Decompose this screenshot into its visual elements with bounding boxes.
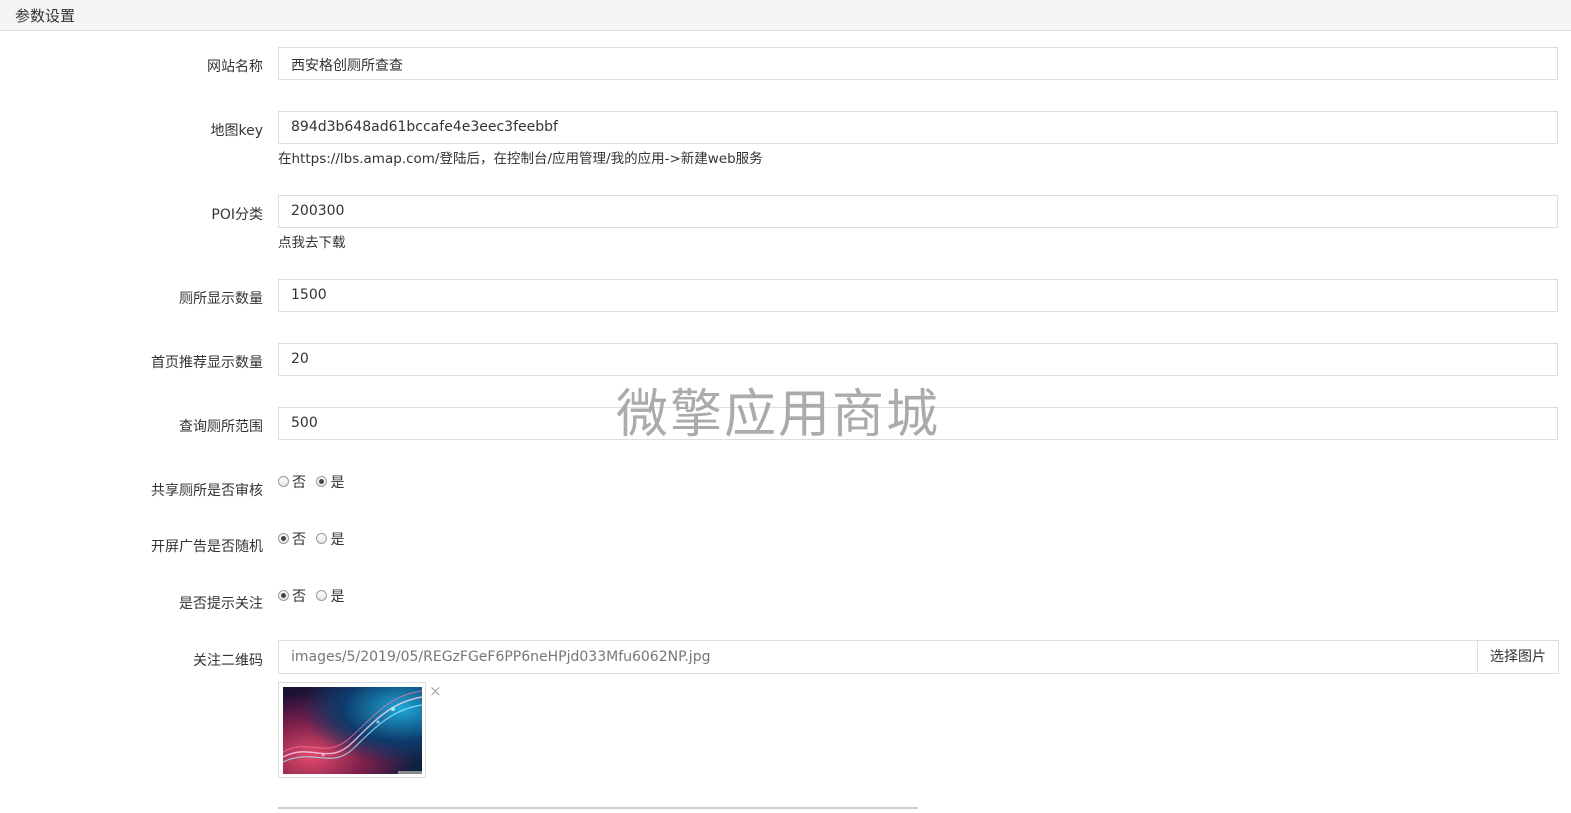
- range-label: 查询厕所范围: [179, 419, 263, 435]
- map-key-help: 在https://lbs.amap.com/登陆后，在控制台/应用管理/我的应用…: [278, 151, 763, 167]
- remove-image-icon[interactable]: ×: [429, 684, 442, 699]
- watermark-text: 微擎应用商城: [616, 385, 941, 445]
- follow-tip-yes-radio[interactable]: [316, 589, 328, 601]
- qrcode-label: 关注二维码: [193, 653, 263, 669]
- follow-tip-radio-group: 否 是: [278, 586, 350, 605]
- qrcode-path-input[interactable]: images/5/2019/05/REGzFGeF6PP6neHPjd033Mf…: [278, 640, 1478, 674]
- share-audit-no-label: 否: [292, 475, 306, 491]
- ad-random-no-radio[interactable]: [278, 532, 289, 544]
- share-audit-radio-group: 否 是: [278, 472, 350, 491]
- panel-title: 参数设置: [15, 7, 76, 25]
- range-value: 500: [291, 415, 318, 431]
- ad-random-radio-group: 否 是: [278, 529, 350, 548]
- bottom-divider: [278, 807, 918, 809]
- poi-download-link[interactable]: 点我去下载: [278, 231, 346, 251]
- choose-image-button[interactable]: 选择图片: [1477, 640, 1559, 674]
- follow-tip-no-radio[interactable]: [278, 589, 289, 601]
- panel-header: 参数设置: [0, 0, 1571, 31]
- ad-random-yes-label: 是: [330, 532, 345, 548]
- toilet-count-input[interactable]: 1500: [278, 279, 1558, 312]
- qrcode-thumbnail-image: [283, 687, 422, 774]
- map-key-label: 地图key: [210, 123, 263, 139]
- share-audit-yes-radio[interactable]: [316, 475, 328, 487]
- poi-label: POI分类: [211, 207, 263, 223]
- ad-random-no-label: 否: [292, 532, 306, 548]
- ad-random-label: 开屏广告是否随机: [151, 539, 263, 555]
- poi-input[interactable]: 200300: [278, 195, 1558, 228]
- ad-random-yes-radio[interactable]: [316, 532, 328, 544]
- follow-tip-yes-label: 是: [330, 589, 345, 605]
- home-count-value: 20: [291, 351, 309, 367]
- poi-value: 200300: [291, 203, 345, 219]
- follow-tip-no-label: 否: [292, 589, 306, 605]
- qrcode-thumbnail-frame: [278, 682, 426, 778]
- site-name-value: 西安格创厕所查查: [291, 58, 403, 74]
- follow-tip-label: 是否提示关注: [179, 596, 263, 612]
- share-audit-no-radio[interactable]: [278, 475, 289, 487]
- toilet-count-value: 1500: [291, 287, 327, 303]
- map-key-value: 894d3b648ad61bccafe4e3eec3feebbf: [291, 119, 558, 135]
- share-audit-yes-label: 是: [330, 475, 345, 491]
- qrcode-path-value: images/5/2019/05/REGzFGeF6PP6neHPjd033Mf…: [291, 649, 711, 665]
- map-key-input[interactable]: 894d3b648ad61bccafe4e3eec3feebbf: [278, 111, 1558, 144]
- toilet-count-label: 厕所显示数量: [179, 291, 263, 307]
- site-name-input[interactable]: 西安格创厕所查查: [278, 47, 1558, 80]
- home-count-label: 首页推荐显示数量: [151, 355, 263, 371]
- share-audit-label: 共享厕所是否审核: [151, 483, 263, 499]
- site-name-label: 网站名称: [207, 59, 263, 75]
